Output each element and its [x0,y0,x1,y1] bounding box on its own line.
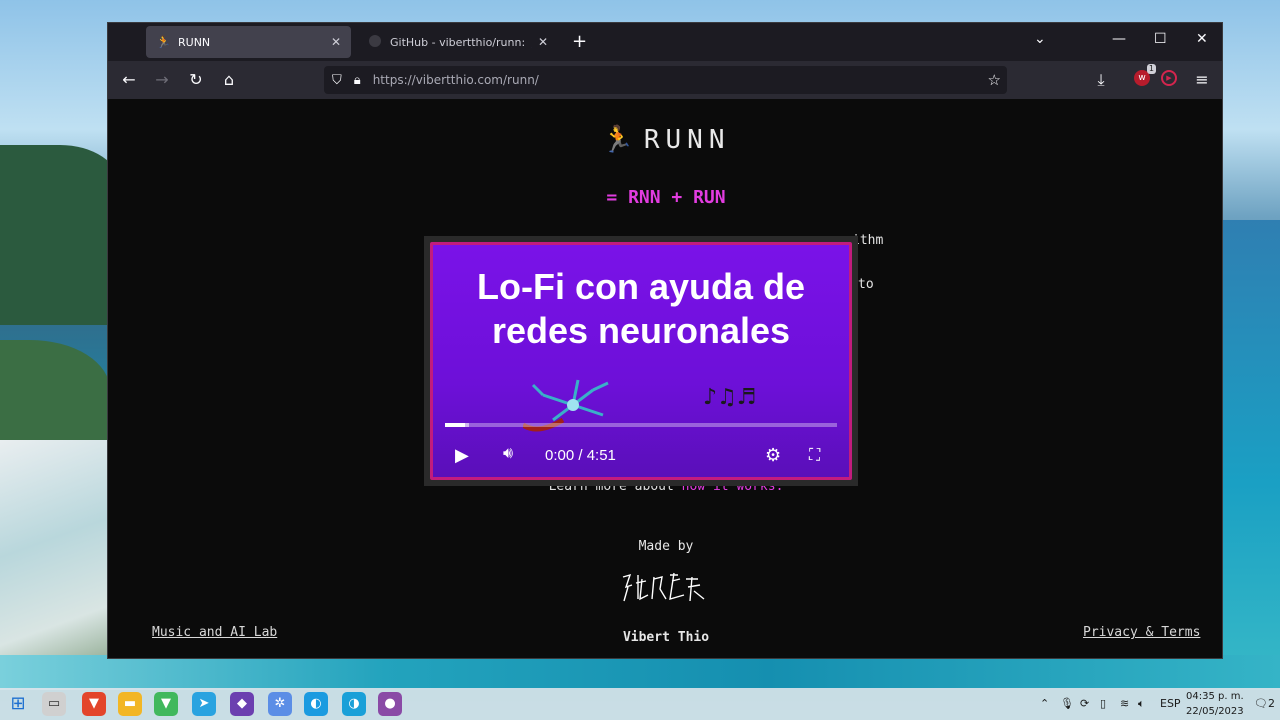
github-icon [368,34,382,50]
folder-icon[interactable]: ▬ [118,692,142,716]
music-notes-illustration: ♪♫♬ [703,385,757,410]
obsidian-icon[interactable]: ◆ [230,692,254,716]
taskbar: ⊞ ▭ ▼ ▬ ▼ ➤ ◆ ✲ ◐ ◑ ● ⌃ 🎙︎ ⟳ ▯ ≋ 🔈︎ ESP … [0,688,1280,720]
play-icon[interactable]: ▶ [455,445,469,466]
task-view-icon[interactable]: ▭ [42,692,66,716]
volume-icon[interactable]: 🔈︎ [1138,697,1145,711]
tab-github[interactable]: GitHub - vibertthio/runn: 🏃 Run (… ✕ [358,26,558,58]
runner-icon: 🏃 [156,35,171,49]
lock-icon[interactable]: 🔒︎ [354,73,361,88]
signature-image [622,572,705,602]
gear-icon[interactable]: ⚙ [765,445,781,466]
page-subtitle: = RNN + RUN [606,187,726,208]
vpn-icon[interactable]: ▼ [154,692,178,716]
forward-button[interactable]: → [152,70,172,89]
app-icon[interactable]: ✲ [268,692,292,716]
address-bar[interactable]: ⛉ 🔒︎ https://vibertthio.com/runn/ ☆ [324,66,1007,94]
clock[interactable]: 04:35 p. m. 22/05/2023 [1186,689,1244,719]
minimize-button[interactable]: — [1112,31,1126,47]
back-button[interactable]: ← [119,70,139,89]
video-player[interactable]: Lo-Fi con ayuda de redes neuronales ♪♫♬ … [424,236,858,486]
tab-label: GitHub - vibertthio/runn: 🏃 Run (… [390,35,532,49]
video-title: Lo-Fi con ayuda de redes neuronales [476,266,806,351]
extension-badge-count: 1 [1146,64,1156,74]
close-icon[interactable]: ✕ [538,35,548,49]
url-text[interactable]: https://vibertthio.com/runn/ [373,73,539,87]
made-by-label: Made by [638,539,694,554]
telegram-icon[interactable]: ➤ [192,692,216,716]
video-progress-bar[interactable] [445,423,837,427]
description-line: ithm [852,233,884,248]
bookmark-star-icon[interactable]: ☆ [988,71,1001,89]
windows-start-icon[interactable]: ⊞ [6,692,30,716]
download-icon[interactable]: ⤓ [1091,70,1111,90]
video-time: 0:00 / 4:51 [545,447,616,464]
wifi-icon[interactable]: ≋ [1120,697,1129,710]
menu-icon[interactable]: ≡ [1192,70,1212,89]
description-line: to [858,277,874,292]
video-extension-icon[interactable]: ▶ [1161,70,1177,86]
fullscreen-icon[interactable]: ⛶ [809,447,820,465]
navigation-bar: ← → ↻ ⌂ ⛉ 🔒︎ https://vibertthio.com/runn… [108,61,1222,99]
chevron-up-icon[interactable]: ⌃ [1040,697,1049,710]
obs-icon[interactable]: ● [378,692,402,716]
tab-runn[interactable]: 🏃 RUNN ✕ [146,26,351,58]
brave-icon[interactable]: ▼ [82,692,106,716]
page-title: 🏃 RUNN [601,125,731,155]
battery-icon[interactable]: ▯ [1100,697,1106,710]
notification-icon[interactable]: 🗨︎2 [1254,697,1275,710]
video-thumbnail[interactable]: Lo-Fi con ayuda de redes neuronales ♪♫♬ … [430,242,852,480]
home-button[interactable]: ⌂ [219,70,239,89]
close-window-button[interactable]: ✕ [1196,31,1208,47]
privacy-terms-link[interactable]: Privacy & Terms [1083,625,1200,640]
chevron-down-icon[interactable]: ⌄ [1034,31,1046,47]
maximize-button[interactable]: ☐ [1154,31,1167,47]
app-icon[interactable]: ◑ [342,692,366,716]
volume-icon[interactable]: 🔊︎ [503,445,513,463]
sync-icon[interactable]: ⟳ [1080,697,1089,710]
language-indicator[interactable]: ESP [1160,697,1181,710]
music-ai-lab-link[interactable]: Music and AI Lab [152,625,277,640]
app-icon[interactable]: ◐ [304,692,328,716]
tab-label: RUNN [178,35,211,49]
tab-bar: 🏃 RUNN ✕ GitHub - vibertthio/runn: 🏃 Run… [108,23,1222,61]
extension-icon[interactable]: w1 [1134,64,1156,86]
microphone-icon[interactable]: 🎙︎ [1060,697,1074,710]
runner-icon: 🏃 [601,125,634,155]
close-icon[interactable]: ✕ [331,35,341,49]
reload-button[interactable]: ↻ [186,70,206,89]
new-tab-button[interactable]: + [572,31,587,52]
shield-icon[interactable]: ⛉ [332,73,342,88]
